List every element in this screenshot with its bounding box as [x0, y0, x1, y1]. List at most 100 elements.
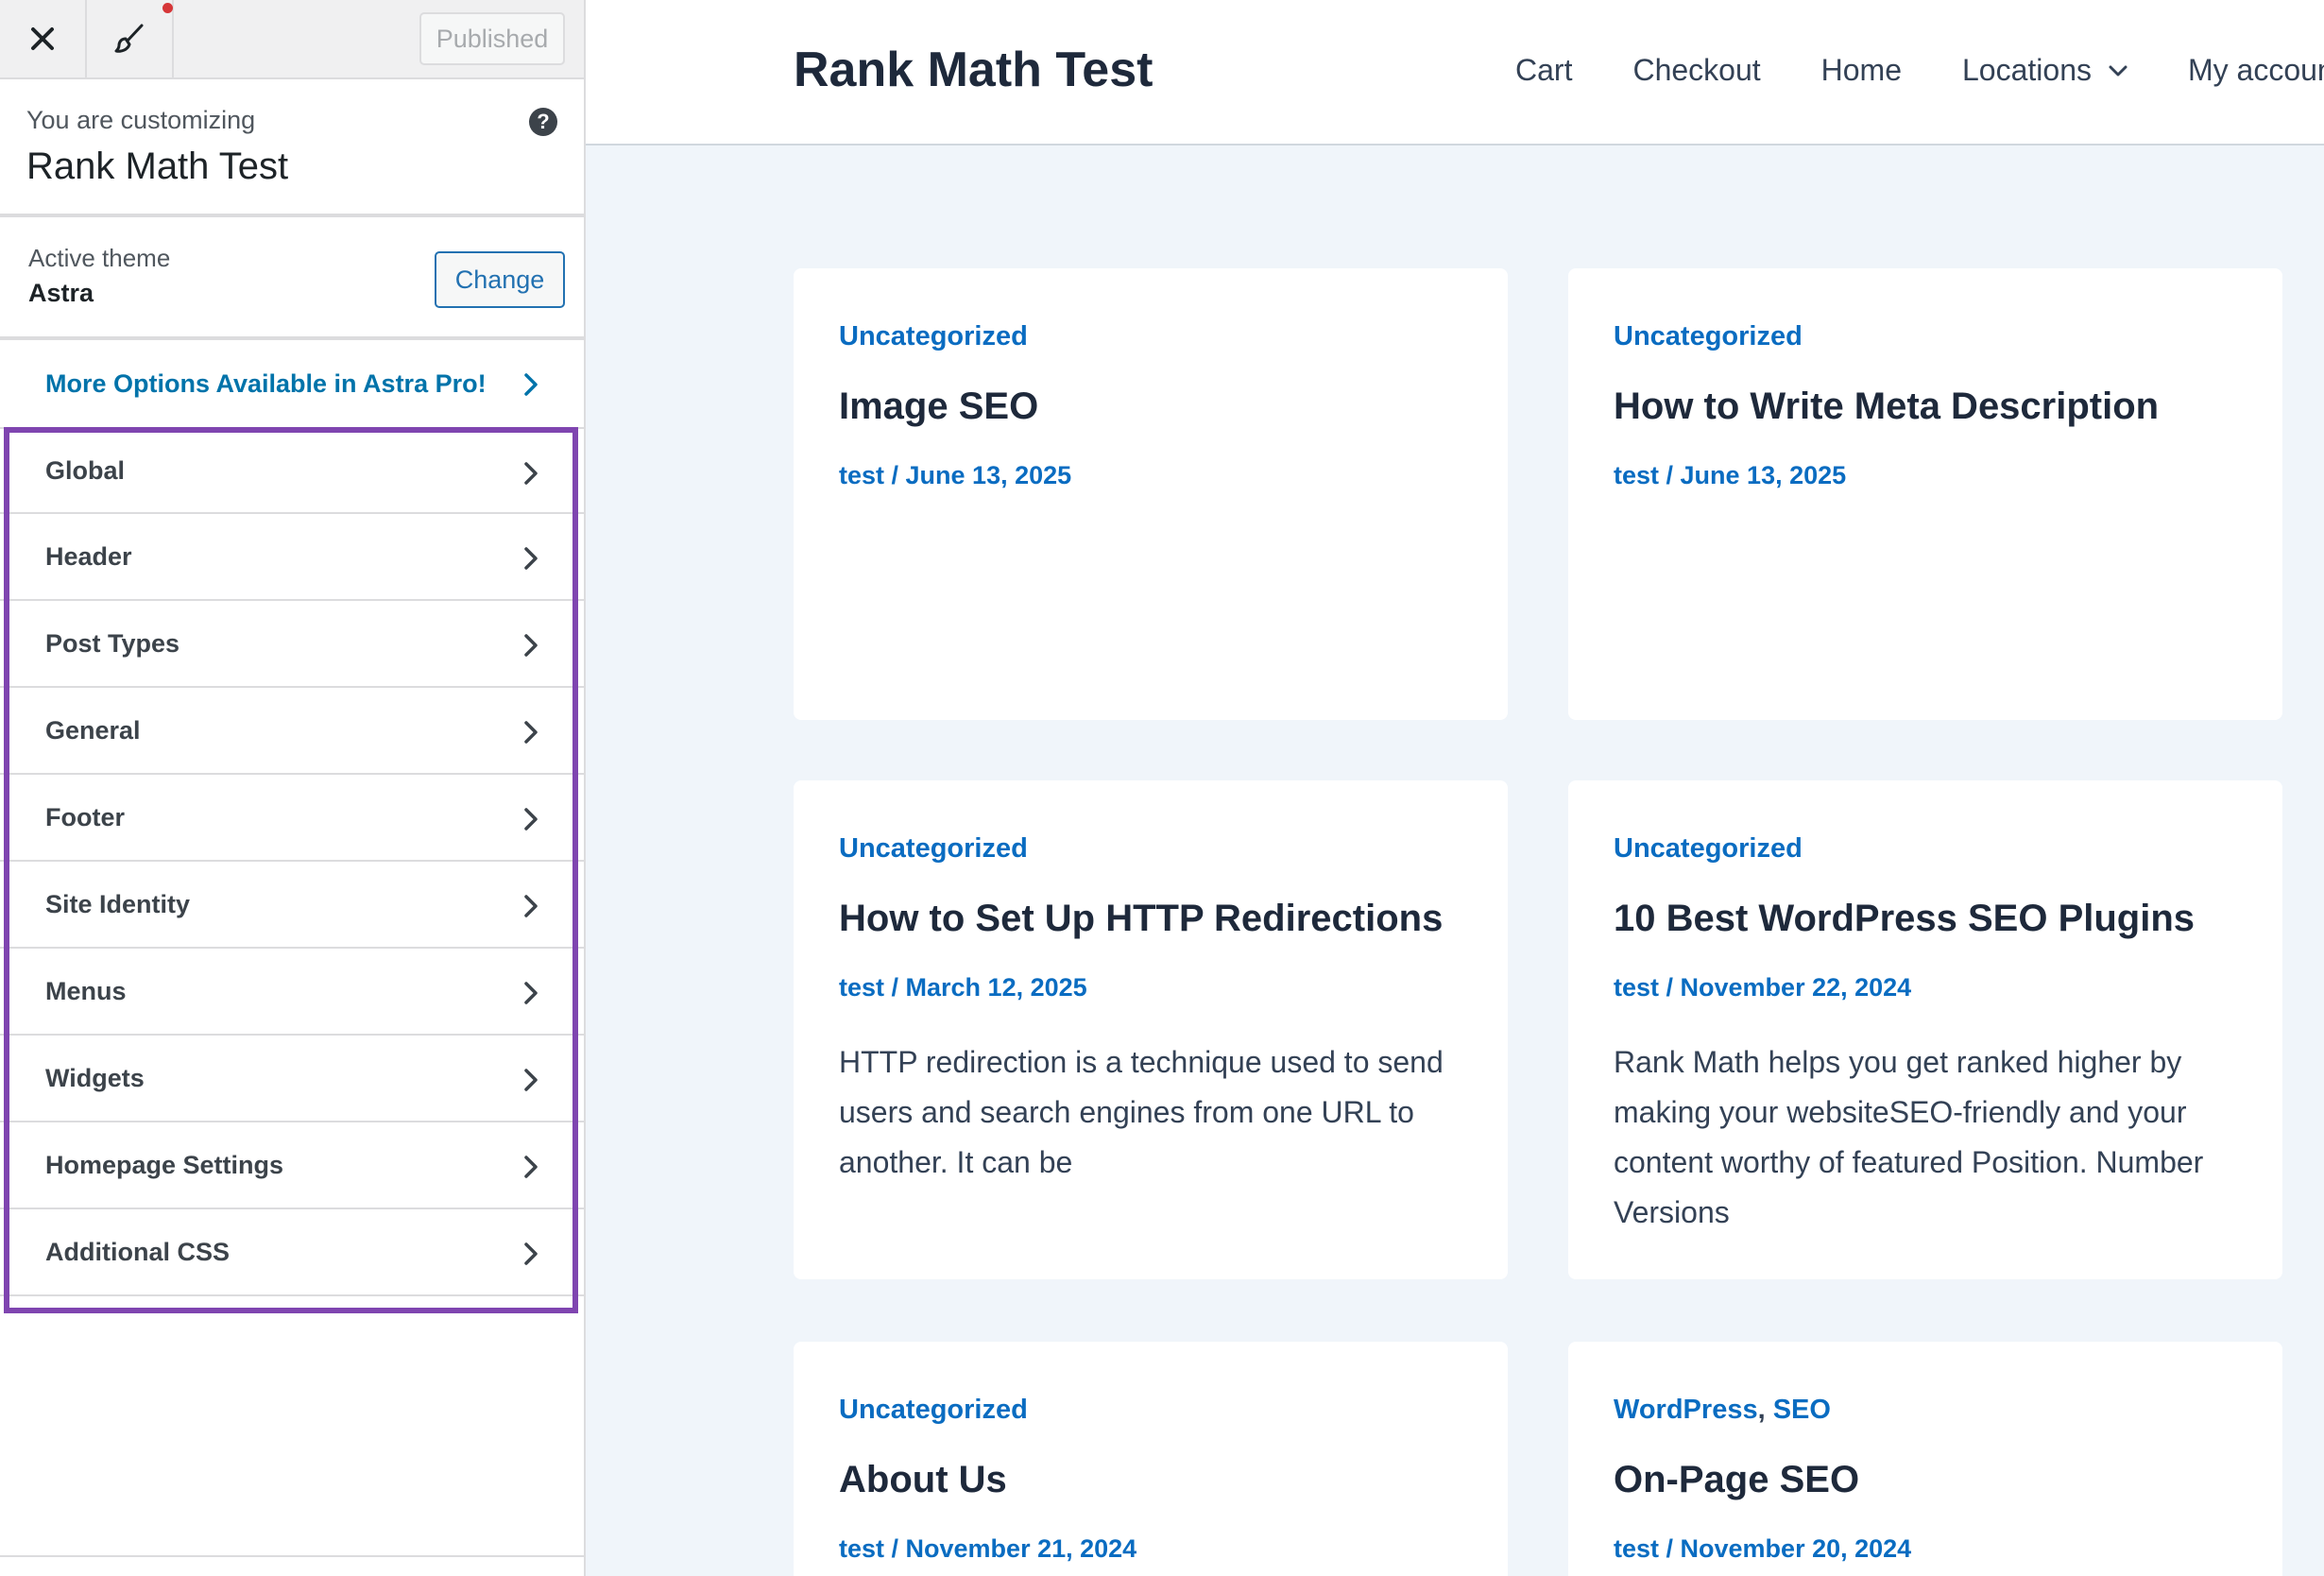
site-header: Rank Math Test Cart Checkout Home Locati…	[586, 0, 2324, 146]
post-date[interactable]: June 13, 2025	[906, 461, 1072, 489]
post-title[interactable]: How to Set Up HTTP Redirections	[839, 898, 1443, 940]
astra-pro-label: More Options Available in Astra Pro!	[45, 368, 487, 398]
nav-item-my-account[interactable]: My account	[2188, 53, 2324, 88]
customize-design-button[interactable]	[87, 0, 174, 77]
chevron-right-icon	[524, 808, 538, 831]
panel-header[interactable]: Header	[0, 514, 584, 601]
post-author[interactable]: test	[1614, 1534, 1659, 1563]
customizing-site-name: Rank Math Test	[26, 146, 289, 187]
post-category[interactable]: Uncategorized	[1614, 833, 1803, 865]
help-icon[interactable]: ?	[529, 108, 557, 136]
primary-navigation: Cart Checkout Home Locations My account	[1515, 53, 2324, 88]
post-date[interactable]: March 12, 2025	[906, 973, 1087, 1002]
chevron-right-icon	[524, 895, 538, 917]
site-title[interactable]: Rank Math Test	[794, 42, 1153, 98]
post-meta: test / June 13, 2025	[839, 461, 1071, 490]
meta-separator: /	[884, 1534, 906, 1563]
chevron-right-icon	[524, 1242, 538, 1265]
meta-separator: /	[1659, 973, 1681, 1002]
panel-global[interactable]: Global	[0, 427, 584, 514]
post-card: Uncategorized Image SEO test / June 13, …	[794, 268, 1508, 720]
close-icon	[31, 27, 54, 50]
post-title[interactable]: About Us	[839, 1459, 1007, 1501]
post-title[interactable]: 10 Best WordPress SEO Plugins	[1614, 898, 2195, 940]
customizer-panel-list: Global Header Post Types General Footer …	[0, 427, 584, 1296]
post-title[interactable]: On-Page SEO	[1614, 1459, 1859, 1501]
chevron-right-icon	[524, 634, 538, 657]
post-date[interactable]: November 20, 2024	[1681, 1534, 1912, 1563]
post-author[interactable]: test	[1614, 461, 1659, 489]
customizing-info: You are customizing Rank Math Test ?	[0, 79, 584, 217]
post-date[interactable]: November 22, 2024	[1681, 973, 1912, 1002]
panel-label: Homepage Settings	[45, 1150, 284, 1179]
post-author[interactable]: test	[839, 1534, 884, 1563]
meta-separator: /	[1659, 1534, 1681, 1563]
post-author[interactable]: test	[1614, 973, 1659, 1002]
meta-separator: /	[1659, 461, 1681, 489]
nav-item-home[interactable]: Home	[1821, 53, 1902, 88]
close-customizer-button[interactable]	[0, 0, 87, 77]
post-category[interactable]: Uncategorized	[839, 1395, 1028, 1426]
post-author[interactable]: test	[839, 973, 884, 1002]
chevron-down-icon	[2109, 65, 2127, 76]
chevron-right-icon	[524, 982, 538, 1004]
post-excerpt: Rank Math helps you get ranked higher by…	[1614, 1045, 2204, 1229]
panel-label: Global	[45, 455, 126, 485]
panel-label: Site Identity	[45, 889, 191, 918]
post-category[interactable]: WordPress	[1614, 1395, 1758, 1425]
post-card: Uncategorized How to Set Up HTTP Redirec…	[794, 780, 1508, 1279]
panel-label: Widgets	[45, 1063, 145, 1092]
post-meta: test / November 21, 2024	[839, 1534, 1136, 1564]
nav-item-cart[interactable]: Cart	[1515, 53, 1572, 88]
post-category[interactable]: Uncategorized	[1614, 321, 1803, 352]
panel-menus[interactable]: Menus	[0, 949, 584, 1036]
nav-item-checkout[interactable]: Checkout	[1632, 53, 1760, 88]
panel-post-types[interactable]: Post Types	[0, 601, 584, 688]
panel-label: Additional CSS	[45, 1237, 230, 1266]
chevron-right-icon	[524, 547, 538, 570]
panel-label: Menus	[45, 976, 127, 1005]
panel-site-identity[interactable]: Site Identity	[0, 862, 584, 949]
astra-pro-link[interactable]: More Options Available in Astra Pro!	[0, 340, 584, 427]
panel-homepage-settings[interactable]: Homepage Settings	[0, 1122, 584, 1209]
post-category[interactable]: Uncategorized	[839, 833, 1028, 865]
post-date[interactable]: November 21, 2024	[906, 1534, 1137, 1563]
post-card: Uncategorized About Us test / November 2…	[794, 1342, 1508, 1576]
post-title[interactable]: Image SEO	[839, 385, 1038, 428]
nav-label: Locations	[1962, 53, 2092, 87]
meta-separator: /	[884, 973, 906, 1002]
chevron-right-icon	[524, 462, 538, 485]
nav-item-locations[interactable]: Locations	[1962, 53, 2127, 88]
panel-label: General	[45, 715, 141, 745]
chevron-right-icon	[524, 373, 538, 396]
post-author[interactable]: test	[839, 461, 884, 489]
panel-widgets[interactable]: Widgets	[0, 1036, 584, 1122]
category-separator: ,	[1757, 1395, 1773, 1425]
post-title[interactable]: How to Write Meta Description	[1614, 385, 2159, 428]
meta-separator: /	[884, 461, 906, 489]
panel-additional-css[interactable]: Additional CSS	[0, 1209, 584, 1296]
change-theme-button[interactable]: Change	[435, 251, 565, 308]
customizing-label: You are customizing	[26, 106, 256, 134]
panel-label: Footer	[45, 802, 125, 831]
panel-footer[interactable]: Footer	[0, 775, 584, 862]
post-date[interactable]: June 13, 2025	[1681, 461, 1847, 489]
post-meta: test / March 12, 2025	[839, 973, 1087, 1002]
panel-label: Post Types	[45, 628, 180, 658]
post-category[interactable]: Uncategorized	[839, 321, 1028, 352]
panel-general[interactable]: General	[0, 688, 584, 775]
active-theme-name: Astra	[28, 279, 94, 307]
panel-label: Header	[45, 541, 132, 571]
sidebar-footer-divider	[0, 1555, 584, 1557]
customizer-sidebar: Published You are customizing Rank Math …	[0, 0, 586, 1576]
nav-label: Home	[1820, 53, 1902, 87]
post-card: Uncategorized 10 Best WordPress SEO Plug…	[1568, 780, 2282, 1279]
nav-label: Checkout	[1632, 53, 1761, 87]
post-category[interactable]: SEO	[1773, 1395, 1831, 1425]
active-theme-label: Active theme	[28, 244, 171, 272]
post-excerpt: HTTP redirection is a technique used to …	[839, 1045, 1444, 1179]
published-button[interactable]: Published	[419, 12, 565, 65]
active-theme-section: Active theme Astra Change	[0, 217, 584, 340]
nav-label: My account	[2187, 53, 2324, 87]
customizer-toolbar: Published	[0, 0, 584, 79]
